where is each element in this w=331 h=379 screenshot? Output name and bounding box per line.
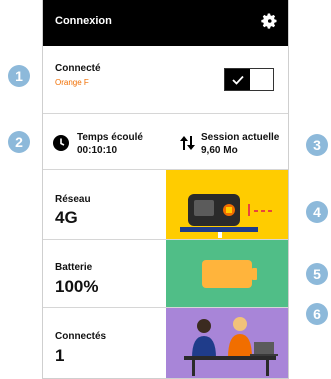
callout-badge-4: 4 [306,201,328,223]
gear-icon[interactable] [260,12,278,30]
phone-screen: Connexion Connecté Orange F Temps écoulé… [42,0,289,379]
battery-illustration [166,240,288,307]
session-label: Session actuelle [201,132,280,143]
app-header: Connexion [43,0,288,46]
connection-toggle[interactable] [224,68,274,91]
callout-badge-1: 1 [8,65,30,87]
battery-value: 100% [55,277,99,296]
router-icon [180,194,272,238]
callout-badge-2: 2 [8,131,30,153]
network-value: 4G [55,208,78,227]
operator-name: Orange F [55,78,89,87]
battery-icon [202,260,257,288]
connected-devices-illustration [166,308,288,378]
callout-badge-6: 6 [306,303,328,325]
elapsed-time-value: 00:10:10 [77,145,118,156]
page-title: Connexion [55,15,112,27]
network-tile[interactable]: Réseau 4G [43,170,288,240]
toggle-on-segment [225,69,250,90]
connected-devices-tile[interactable]: Connectés 1 [43,308,288,378]
elapsed-time-label: Temps écoulé [77,132,143,143]
battery-tile[interactable]: Batterie 100% [43,240,288,308]
connection-row: Connecté Orange F [43,46,288,114]
transfer-arrows-icon [179,135,195,151]
checkmark-icon [231,75,244,85]
session-value: 9,60 Mo [201,145,238,156]
network-illustration [166,170,288,239]
connection-status: Connecté [55,63,101,74]
stats-row: Temps écoulé 00:10:10 Session actuelle 9… [43,114,288,170]
connected-devices-label: Connectés [55,331,107,342]
callout-badge-3: 3 [306,134,328,156]
people-at-desk-icon [184,317,278,376]
connected-devices-value: 1 [55,346,65,365]
callout-badge-5: 5 [306,263,328,285]
battery-label: Batterie [55,262,93,273]
toggle-off-segment [250,69,273,90]
clock-icon [53,135,69,151]
network-label: Réseau [55,194,91,205]
